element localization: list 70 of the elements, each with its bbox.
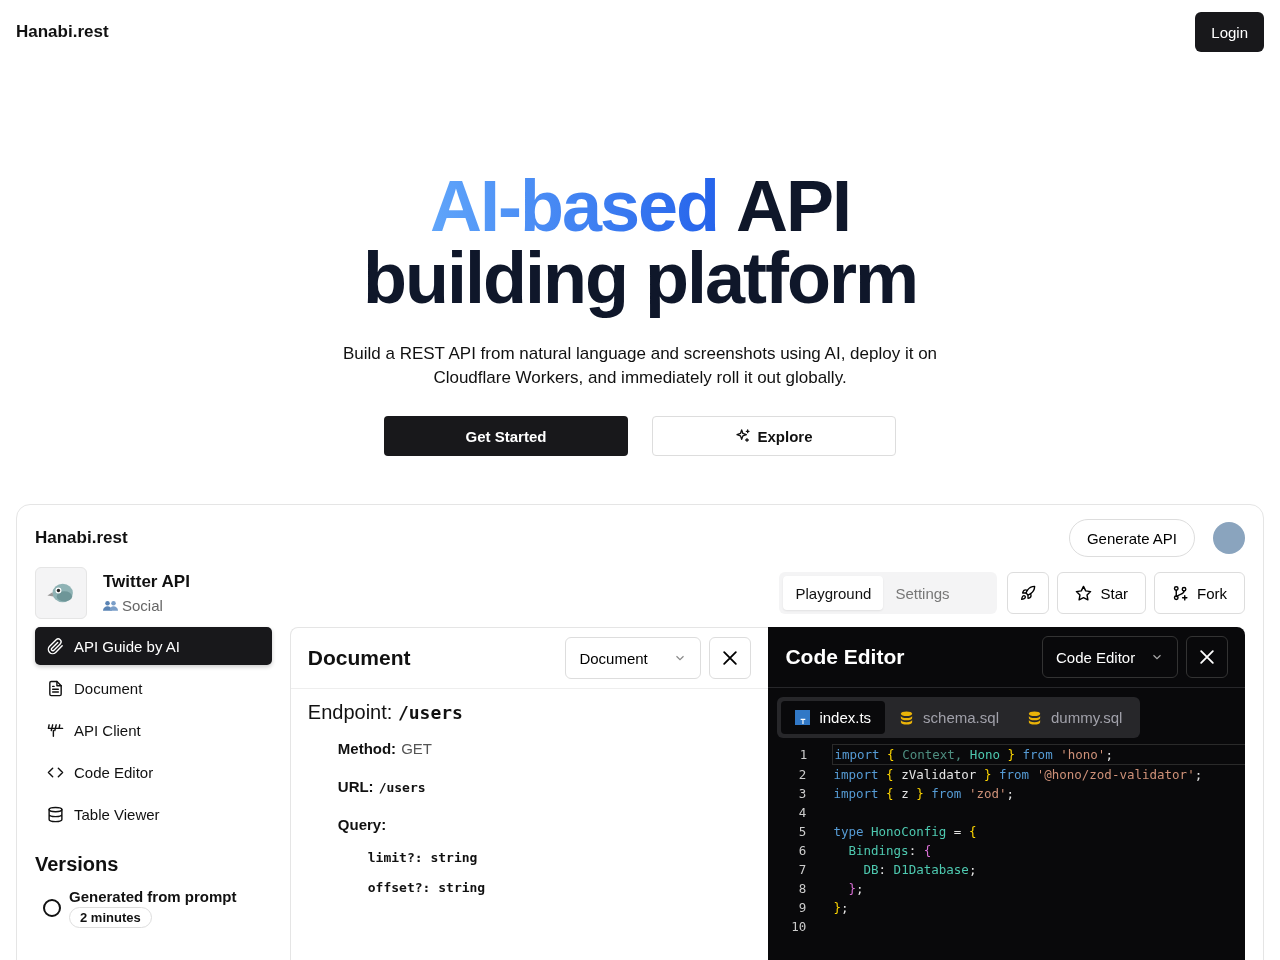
- version-radio[interactable]: [43, 899, 61, 917]
- line-number: 9: [797, 900, 807, 915]
- login-button[interactable]: Login: [1195, 12, 1264, 52]
- panel-title: Document: [307, 646, 411, 670]
- sparkles-icon: [735, 428, 752, 444]
- get-started-button[interactable]: Get Started: [384, 416, 628, 456]
- line-number: 1: [798, 747, 808, 762]
- people-icon: [103, 600, 118, 611]
- file-tab[interactable]: dummy.sql: [1012, 701, 1137, 734]
- query-param: offset?: string: [367, 880, 486, 895]
- sidebar-item[interactable]: Document: [35, 669, 272, 707]
- line-number: 10: [790, 919, 807, 934]
- hero-subtitle: Build a REST API from natural language and screenshots using AI, deploy it on Cloudflare Workers, and immediately roll it out globally.: [341, 343, 939, 389]
- star-button[interactable]: Star: [1057, 572, 1146, 614]
- code-line: Bindings: {: [847, 843, 932, 858]
- sidebar-item[interactable]: Code Editor: [35, 753, 272, 791]
- database-icon: [1026, 710, 1042, 725]
- deploy-button[interactable]: [1007, 572, 1050, 614]
- close-icon: [1197, 647, 1217, 667]
- code-line: import { zValidator } from '@hono/zod-validator';: [833, 767, 1203, 782]
- line-number: 6: [797, 843, 807, 858]
- sidebar-item[interactable]: API Client: [35, 711, 272, 749]
- panel-select[interactable]: Code Editor: [1042, 636, 1178, 678]
- project-icon: [35, 567, 87, 619]
- version-title: Generated from prompt: [69, 888, 237, 905]
- rocket-icon: [1020, 585, 1037, 601]
- project-category: Social: [103, 597, 190, 614]
- panel-title: Code Editor: [785, 645, 905, 669]
- code-line: import { Context, Hono } from 'hono';: [834, 747, 1113, 762]
- star-icon: [1075, 584, 1093, 602]
- code-line: type HonoConfig = {: [833, 824, 977, 839]
- explore-button[interactable]: Explore: [652, 416, 896, 456]
- avatar[interactable]: [1213, 522, 1245, 554]
- database-icon: [899, 710, 915, 725]
- project-name: Twitter API: [103, 572, 190, 592]
- close-button[interactable]: [1186, 636, 1228, 678]
- code-line: };: [833, 900, 849, 915]
- typescript-file-icon: [795, 710, 811, 725]
- line-number: 2: [797, 767, 807, 782]
- doc-field: URL: /users: [337, 778, 426, 795]
- line-number: 5: [797, 824, 807, 839]
- fork-button[interactable]: Fork: [1154, 572, 1245, 614]
- code-line: import { z } from 'zod';: [833, 786, 1015, 801]
- view-tab[interactable]: Playground: [783, 576, 884, 610]
- endpoint-heading: Endpoint: /users: [307, 701, 464, 724]
- antenna-icon: [47, 721, 64, 739]
- database-icon: [47, 805, 64, 823]
- file-tab[interactable]: schema.sql: [885, 701, 1013, 734]
- panel-select[interactable]: Document: [565, 637, 702, 679]
- line-number: 3: [797, 786, 807, 801]
- code-line: DB: D1Database;: [862, 862, 977, 877]
- doc-field: Query:: [337, 816, 387, 833]
- query-param: limit?: string: [367, 850, 478, 865]
- view-tab[interactable]: Settings: [883, 576, 962, 610]
- hero-title: API: [736, 170, 851, 242]
- app-logo[interactable]: Hanabi.rest: [35, 528, 128, 548]
- line-number: 4: [797, 805, 807, 820]
- line-number: 7: [797, 862, 807, 877]
- sidebar-item[interactable]: Table Viewer: [35, 795, 272, 833]
- fork-icon: [1172, 584, 1189, 602]
- line-number: 8: [797, 881, 807, 896]
- sidebar-item[interactable]: API Guide by AI: [35, 627, 272, 665]
- file-tab[interactable]: index.ts: [781, 701, 886, 734]
- doc-field: Method: GET: [337, 740, 432, 757]
- site-logo[interactable]: Hanabi.rest: [16, 22, 109, 42]
- document-icon: [47, 679, 64, 697]
- versions-heading: Versions: [35, 853, 120, 876]
- paperclip-icon: [47, 637, 64, 655]
- generate-api-button[interactable]: Generate API: [1068, 519, 1195, 557]
- code-line: };: [847, 881, 864, 896]
